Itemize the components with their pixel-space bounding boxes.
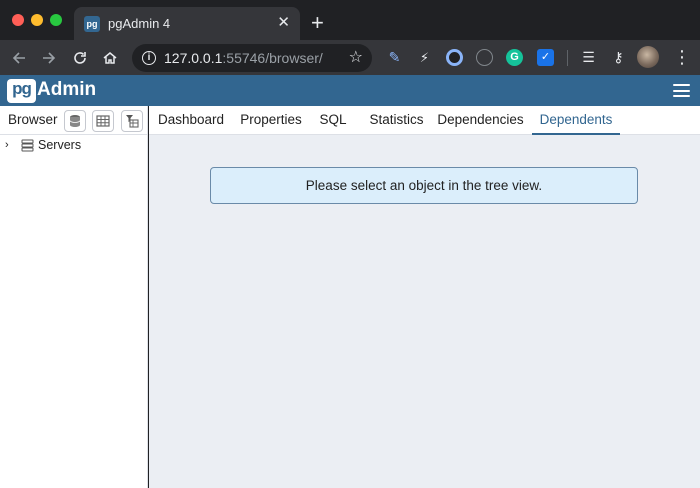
main-content: Dashboard Properties SQL Statistics Depe… bbox=[149, 106, 700, 488]
close-window-button[interactable] bbox=[12, 14, 24, 26]
browser-panel: Browser › Servers bbox=[0, 106, 148, 488]
browser-panel-title: Browser bbox=[8, 112, 58, 127]
reload-icon bbox=[74, 52, 86, 64]
profile-avatar[interactable] bbox=[637, 46, 659, 68]
select-object-message: Please select an object in the tree view… bbox=[210, 167, 638, 204]
home-icon bbox=[103, 52, 117, 64]
home-button[interactable] bbox=[98, 46, 122, 70]
check-icon[interactable]: ✓ bbox=[537, 49, 554, 66]
tab-title: pgAdmin 4 bbox=[108, 16, 171, 31]
menu-dots-icon[interactable]: ⋮ bbox=[673, 47, 691, 67]
ring-icon[interactable] bbox=[446, 49, 463, 66]
server-group-icon bbox=[21, 139, 34, 152]
hamburger-menu-icon[interactable] bbox=[673, 84, 690, 97]
reload-button[interactable] bbox=[68, 46, 92, 70]
bookmark-star-icon[interactable]: ☆ bbox=[349, 49, 363, 67]
tab-properties[interactable]: Properties bbox=[233, 106, 309, 135]
arrow-right-icon bbox=[43, 52, 56, 64]
tab-dashboard[interactable]: Dashboard bbox=[149, 106, 233, 135]
tree-item-servers[interactable]: › Servers bbox=[0, 137, 148, 155]
block-icon[interactable] bbox=[476, 49, 493, 66]
back-button[interactable] bbox=[7, 46, 31, 70]
pgadmin-favicon-icon: pg bbox=[84, 16, 100, 32]
browser-tab-pgadmin[interactable]: pg pgAdmin 4 ✕ bbox=[74, 7, 300, 40]
chevron-right-icon[interactable]: › bbox=[5, 138, 9, 152]
window-titlebar: pg pgAdmin 4 ✕ + bbox=[0, 0, 700, 40]
tab-sql[interactable]: SQL bbox=[309, 106, 357, 135]
bolt-icon[interactable]: ⚡ bbox=[416, 49, 433, 66]
url-host: 127.0.0.1 bbox=[164, 50, 223, 66]
minimize-window-button[interactable] bbox=[31, 14, 43, 26]
pgadmin-header: pg Admin bbox=[0, 75, 700, 106]
pgadmin-logo-text: Admin bbox=[37, 79, 97, 100]
maximize-window-button[interactable] bbox=[50, 14, 62, 26]
filter-table-icon bbox=[126, 115, 139, 128]
url-text[interactable]: 127.0.0.1:55746/browser/ bbox=[164, 50, 323, 66]
tab-dependents[interactable]: Dependents bbox=[532, 106, 620, 135]
close-tab-icon[interactable]: ✕ bbox=[277, 14, 290, 32]
tab-dependencies[interactable]: Dependencies bbox=[436, 106, 525, 135]
site-info-icon[interactable]: i bbox=[142, 51, 156, 65]
grammarly-icon[interactable]: G bbox=[506, 49, 523, 66]
url-path: :55746/browser/ bbox=[222, 50, 323, 66]
reading-list-icon[interactable]: ☰ bbox=[580, 49, 597, 66]
new-tab-button[interactable]: + bbox=[311, 11, 324, 35]
arrow-left-icon bbox=[12, 52, 25, 64]
filtered-rows-button[interactable] bbox=[121, 110, 143, 132]
toolbar-divider bbox=[567, 50, 568, 66]
browser-toolbar: i 127.0.0.1:55746/browser/ ☆ ✎ ⚡ G ✓ ☰ ⚷… bbox=[0, 40, 700, 75]
database-icon bbox=[69, 115, 81, 127]
table-icon bbox=[96, 115, 110, 127]
key-icon[interactable]: ⚷ bbox=[610, 49, 627, 66]
view-data-button[interactable] bbox=[92, 110, 114, 132]
tree-item-label: Servers bbox=[38, 138, 82, 152]
pen-icon[interactable]: ✎ bbox=[386, 49, 403, 66]
forward-button[interactable] bbox=[37, 46, 61, 70]
address-bar[interactable]: i 127.0.0.1:55746/browser/ ☆ bbox=[132, 44, 372, 72]
tab-statistics[interactable]: Statistics bbox=[357, 106, 436, 135]
pgadmin-logo-box: pg bbox=[7, 79, 36, 103]
browser-panel-header: Browser bbox=[0, 106, 148, 135]
query-tool-button[interactable] bbox=[64, 110, 86, 132]
main-tabbar: Dashboard Properties SQL Statistics Depe… bbox=[149, 106, 700, 135]
